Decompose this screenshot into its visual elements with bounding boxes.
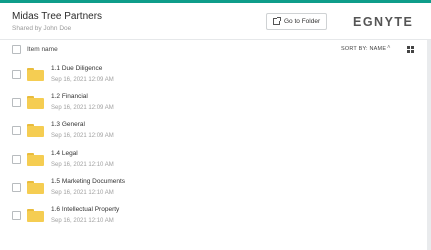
item-checkbox[interactable] — [12, 70, 21, 79]
item-name[interactable]: 1.4 Legal — [51, 150, 78, 157]
page-header: Midas Tree Partners Shared by John Doe G… — [0, 3, 431, 39]
item-name-column-label: Item name — [27, 46, 58, 53]
folder-icon — [27, 209, 44, 222]
list-item[interactable]: 1.3 General Sep 16, 2021 12:09 AM — [0, 116, 431, 144]
item-checkbox[interactable] — [12, 154, 21, 164]
sort-by-name-button[interactable]: SORT BY: NAME — [341, 46, 386, 52]
list-item[interactable]: 1.1 Due Diligence Sep 16, 2021 12:09 AM — [0, 60, 431, 88]
item-name[interactable]: 1.2 Financial — [51, 93, 88, 100]
list-item[interactable]: 1.6 Intellectual Property Sep 16, 2021 12… — [0, 201, 431, 229]
sort-arrow-icon[interactable]: ˄ — [387, 45, 391, 51]
item-name[interactable]: 1.6 Intellectual Property — [51, 206, 119, 213]
external-link-icon — [273, 17, 281, 25]
select-all-checkbox[interactable] — [12, 45, 21, 54]
item-checkbox[interactable] — [12, 182, 21, 192]
item-checkbox[interactable] — [12, 98, 21, 108]
grid-view-icon[interactable] — [407, 46, 414, 53]
item-name[interactable]: 1.1 Due Diligence — [51, 65, 102, 72]
list-item[interactable]: 1.5 Marketing Documents Sep 16, 2021 12:1… — [0, 173, 431, 201]
item-date: Sep 16, 2021 12:09 AM — [51, 133, 114, 140]
item-date: Sep 16, 2021 12:09 AM — [51, 105, 114, 112]
folder-icon — [27, 152, 44, 166]
item-name[interactable]: 1.3 General — [51, 121, 85, 128]
item-date: Sep 16, 2021 12:09 AM — [51, 77, 114, 83]
folder-icon — [27, 96, 44, 110]
folder-icon — [27, 68, 44, 81]
go-to-folder-label: Go to Folder — [284, 18, 321, 25]
shared-by-text: Shared by John Doe — [12, 25, 72, 32]
list-item[interactable]: 1.2 Financial Sep 16, 2021 12:09 AM — [0, 88, 431, 116]
folder-icon — [27, 180, 44, 194]
item-checkbox[interactable] — [12, 211, 21, 220]
item-name[interactable]: 1.5 Marketing Documents — [51, 178, 125, 185]
item-checkbox[interactable] — [12, 126, 21, 136]
folder-icon — [27, 124, 44, 138]
item-date: Sep 16, 2021 12:10 AM — [51, 189, 114, 196]
page-title: Midas Tree Partners — [12, 11, 103, 22]
item-date: Sep 16, 2021 12:10 AM — [51, 161, 114, 168]
egnyte-logo: EGNYTE — [353, 15, 414, 29]
list-item[interactable]: 1.4 Legal Sep 16, 2021 12:10 AM — [0, 145, 431, 173]
column-header: Item name SORT BY: NAME ˄ — [0, 40, 431, 60]
item-date: Sep 16, 2021 12:10 AM — [51, 218, 114, 224]
go-to-folder-button[interactable]: Go to Folder — [266, 13, 327, 30]
